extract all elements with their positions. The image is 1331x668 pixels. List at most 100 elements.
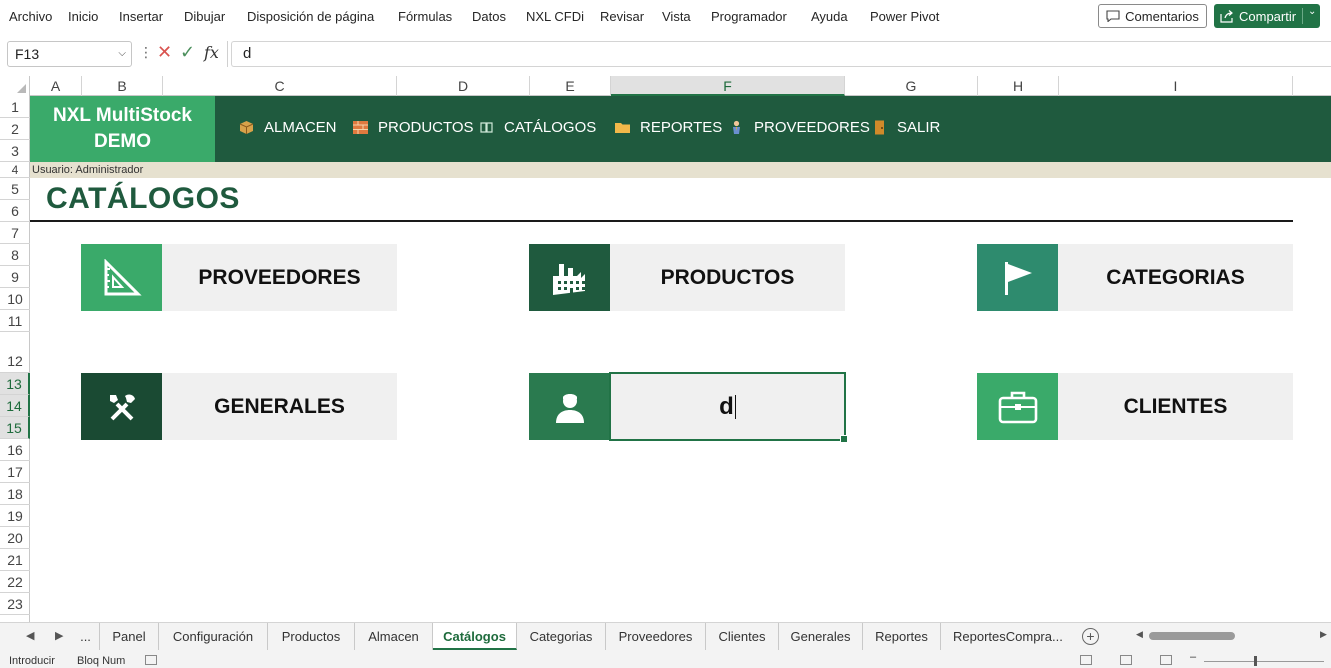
row-header[interactable]: 2 (0, 118, 30, 140)
card-label: CLIENTES (1123, 394, 1228, 418)
row-header[interactable]: 7 (0, 222, 30, 244)
row-header[interactable]: 3 (0, 140, 30, 162)
menu-revisar[interactable]: Revisar (600, 9, 644, 24)
tab-categorias[interactable]: Categorias (517, 623, 606, 650)
column-header-h[interactable]: H (978, 76, 1059, 96)
zoom-slider-thumb[interactable] (1254, 656, 1257, 666)
normal-view-icon[interactable] (1080, 655, 1092, 665)
nav-label: ALMACEN (264, 119, 337, 136)
tab-reportes[interactable]: Reportes (863, 623, 941, 650)
chevron-down-icon[interactable]: ⌵ (118, 42, 126, 66)
row-header[interactable]: 19 (0, 505, 30, 527)
row-header[interactable]: 5 (0, 178, 30, 200)
menu-disposicion[interactable]: Disposición de página (247, 9, 374, 24)
scroll-tabs-left-icon[interactable]: ◀ (26, 629, 34, 642)
comments-button[interactable]: Comentarios (1098, 4, 1207, 28)
name-box[interactable]: F13 ⌵ (7, 41, 132, 67)
accessibility-icon[interactable] (145, 655, 157, 665)
nav-almacen[interactable]: ALMACEN (239, 119, 337, 136)
column-header-a[interactable]: A (30, 76, 82, 96)
formula-input[interactable]: d (231, 41, 1331, 67)
menu-vista[interactable]: Vista (662, 9, 691, 24)
confirm-edit-icon[interactable]: ✓ (180, 42, 195, 63)
menu-dibujar[interactable]: Dibujar (184, 9, 225, 24)
sheet-tabs-bar: ◀ ▶ ... Panel Configuración Productos Al… (0, 622, 1331, 650)
name-box-value: F13 (15, 46, 40, 62)
tab-generales[interactable]: Generales (779, 623, 863, 650)
page-layout-view-icon[interactable] (1120, 655, 1132, 665)
column-header-f[interactable]: F (611, 76, 845, 96)
menu-ayuda[interactable]: Ayuda (811, 9, 848, 24)
menu-inicio[interactable]: Inicio (68, 9, 98, 24)
worksheet[interactable]: NXL MultiStock DEMO ALMACEN PRODUCTOS CA… (30, 96, 1331, 622)
add-sheet-icon[interactable]: + (1082, 628, 1099, 645)
row-header[interactable]: 9 (0, 266, 30, 288)
cancel-edit-icon[interactable]: ✕ (157, 42, 172, 63)
card-categorias[interactable]: CATEGORIAS (977, 244, 1293, 311)
card-proveedores[interactable]: PROVEEDORES (81, 244, 397, 311)
card-generales[interactable]: GENERALES (81, 373, 397, 440)
menu-archivo[interactable]: Archivo (9, 9, 52, 24)
card-clientes[interactable]: CLIENTES (977, 373, 1293, 440)
tab-productos[interactable]: Productos (268, 623, 355, 650)
scrollbar-thumb[interactable] (1149, 632, 1235, 640)
row-header[interactable]: 4 (0, 162, 30, 178)
row-header[interactable]: 22 (0, 571, 30, 593)
row-header[interactable]: 23 (0, 593, 30, 615)
card-productos[interactable]: PRODUCTOS (529, 244, 845, 311)
row-header[interactable]: 1 (0, 96, 30, 118)
tabs-overflow-button[interactable]: ... (72, 623, 100, 650)
row-header[interactable]: 11 (0, 310, 30, 332)
row-header[interactable]: 20 (0, 527, 30, 549)
column-header-d[interactable]: D (397, 76, 530, 96)
nav-salir[interactable]: SALIR (872, 119, 940, 136)
scroll-tabs-right-icon[interactable]: ▶ (55, 629, 63, 642)
share-button[interactable]: Compartir ⌄ (1214, 4, 1320, 28)
scroll-right-icon[interactable]: ▶ (1320, 629, 1327, 640)
menu-nxl-cfdi[interactable]: NXL CFDi (526, 9, 584, 24)
tab-catalogos[interactable]: Catálogos (433, 623, 517, 650)
tab-almacen[interactable]: Almacen (355, 623, 433, 650)
tab-panel[interactable]: Panel (100, 623, 159, 650)
row-header[interactable]: 14 (0, 395, 30, 417)
row-header[interactable]: 6 (0, 200, 30, 222)
page-break-view-icon[interactable] (1160, 655, 1172, 665)
tab-reportescompra[interactable]: ReportesCompra... (941, 623, 1075, 650)
zoom-out-icon[interactable]: – (1190, 651, 1196, 663)
briefcase-icon (998, 391, 1037, 423)
row-header[interactable]: 10 (0, 288, 30, 310)
row-header[interactable]: 15 (0, 417, 30, 439)
horizontal-scrollbar[interactable]: ◀ ▶ (1136, 629, 1328, 642)
column-header-e[interactable]: E (530, 76, 611, 96)
nav-catalogos[interactable]: CATÁLOGOS (479, 119, 596, 136)
chevron-down-icon[interactable]: ⌄ (1308, 6, 1316, 17)
insert-function-icon[interactable]: fx (204, 43, 219, 62)
nav-label: SALIR (897, 119, 941, 136)
row-header[interactable]: 13 (0, 373, 30, 395)
column-header-g[interactable]: G (845, 76, 978, 96)
tab-clientes[interactable]: Clientes (706, 623, 779, 650)
select-all-button[interactable] (0, 76, 30, 96)
page-title: CATÁLOGOS (46, 182, 240, 215)
menu-insertar[interactable]: Insertar (119, 9, 163, 24)
scroll-left-icon[interactable]: ◀ (1136, 629, 1143, 640)
menu-programador[interactable]: Programador (711, 9, 787, 24)
row-header[interactable]: 17 (0, 461, 30, 483)
nav-productos[interactable]: PRODUCTOS (353, 119, 474, 136)
row-header[interactable]: 21 (0, 549, 30, 571)
nav-proveedores[interactable]: PROVEEDORES (729, 119, 870, 136)
tab-proveedores[interactable]: Proveedores (606, 623, 706, 650)
menu-formulas[interactable]: Fórmulas (398, 9, 452, 24)
menu-power-pivot[interactable]: Power Pivot (870, 9, 939, 24)
row-header[interactable]: 8 (0, 244, 30, 266)
row-header[interactable]: 18 (0, 483, 30, 505)
menu-datos[interactable]: Datos (472, 9, 506, 24)
row-header[interactable]: 12 (0, 332, 30, 373)
nav-reportes[interactable]: REPORTES (615, 119, 722, 136)
column-header-c[interactable]: C (163, 76, 397, 96)
column-header-b[interactable]: B (82, 76, 163, 96)
column-header-i[interactable]: I (1059, 76, 1293, 96)
row-header[interactable]: 16 (0, 439, 30, 461)
tab-configuracion[interactable]: Configuración (159, 623, 268, 650)
zoom-slider-track[interactable] (1204, 661, 1324, 662)
